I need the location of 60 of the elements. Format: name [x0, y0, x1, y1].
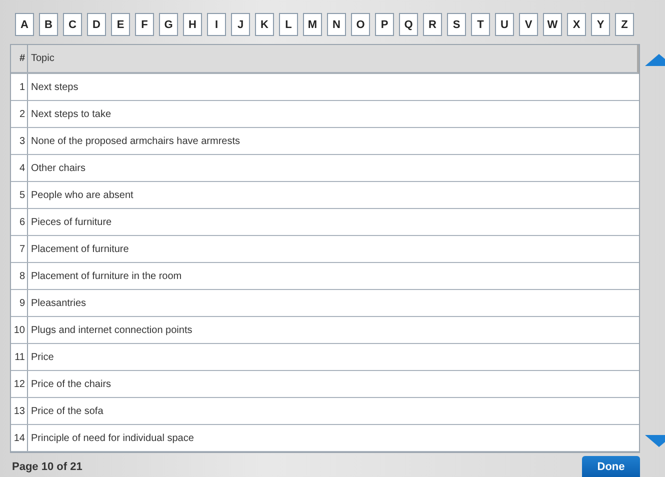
topic-cell[interactable]: Next steps to take — [28, 101, 640, 127]
letter-button[interactable]: W — [543, 13, 562, 36]
topic-cell[interactable]: None of the proposed armchairs have armrests — [28, 128, 640, 154]
done-button[interactable]: Done — [582, 456, 640, 477]
topic-cell[interactable]: Plugs and internet connection points — [28, 317, 640, 343]
letter-button[interactable]: S — [447, 13, 466, 36]
topic-cell[interactable]: Price of the sofa — [28, 398, 640, 424]
row-number: 8 — [11, 263, 28, 289]
letter-button[interactable]: E — [111, 13, 130, 36]
row-number: 1 — [11, 74, 28, 100]
letter-button[interactable]: U — [495, 13, 514, 36]
topic-cell[interactable]: Pieces of furniture — [28, 209, 640, 235]
topic-cell[interactable]: Placement of furniture — [28, 236, 640, 262]
topic-cell[interactable]: Principle of need for individual space — [28, 425, 640, 451]
page-indicator: Page 10 of 21 — [12, 461, 82, 473]
letter-button[interactable]: Q — [399, 13, 418, 36]
letter-button[interactable]: Z — [615, 13, 634, 36]
letter-button[interactable]: J — [231, 13, 250, 36]
topic-cell[interactable]: People who are absent — [28, 182, 640, 208]
row-number: 7 — [11, 236, 28, 262]
letter-button[interactable]: X — [567, 13, 586, 36]
letter-button[interactable]: M — [303, 13, 322, 36]
row-number: 5 — [11, 182, 28, 208]
letter-button[interactable]: L — [279, 13, 298, 36]
letter-button[interactable]: G — [159, 13, 178, 36]
row-number: 4 — [11, 155, 28, 181]
topic-cell[interactable]: Other chairs — [28, 155, 640, 181]
letter-button[interactable]: D — [87, 13, 106, 36]
topic-cell[interactable]: Placement of furniture in the room — [28, 263, 640, 289]
column-header: # — [11, 45, 28, 72]
letter-button[interactable]: N — [327, 13, 346, 36]
topic-cell[interactable]: Next steps — [28, 74, 640, 100]
letter-button[interactable]: K — [255, 13, 274, 36]
letter-button[interactable]: F — [135, 13, 154, 36]
row-number: 13 — [11, 398, 28, 424]
letter-button[interactable]: P — [375, 13, 394, 36]
row-number: 6 — [11, 209, 28, 235]
column-header: Topic — [30, 52, 56, 66]
row-number: 9 — [11, 290, 28, 316]
topic-cell[interactable]: Pleasantries — [28, 290, 640, 316]
letter-button[interactable]: R — [423, 13, 442, 36]
scroll-up-icon[interactable] — [645, 54, 665, 66]
row-number: 14 — [11, 425, 28, 451]
letter-button[interactable]: T — [471, 13, 490, 36]
letter-button[interactable]: C — [63, 13, 82, 36]
letter-button[interactable]: V — [519, 13, 538, 36]
topic-cell[interactable]: Price — [28, 344, 640, 370]
letter-button[interactable]: B — [39, 13, 58, 36]
letter-button[interactable]: H — [183, 13, 202, 36]
row-number: 2 — [11, 101, 28, 127]
row-number: 10 — [11, 317, 28, 343]
letter-button[interactable]: A — [15, 13, 34, 36]
letter-button[interactable]: I — [207, 13, 226, 36]
scroll-down-icon[interactable] — [645, 435, 665, 447]
letter-button[interactable]: O — [351, 13, 370, 36]
letter-button[interactable]: Y — [591, 13, 610, 36]
row-number: 3 — [11, 128, 28, 154]
row-number: 12 — [11, 371, 28, 397]
topic-cell[interactable]: Price of the chairs — [28, 371, 640, 397]
row-number: 11 — [11, 344, 28, 370]
